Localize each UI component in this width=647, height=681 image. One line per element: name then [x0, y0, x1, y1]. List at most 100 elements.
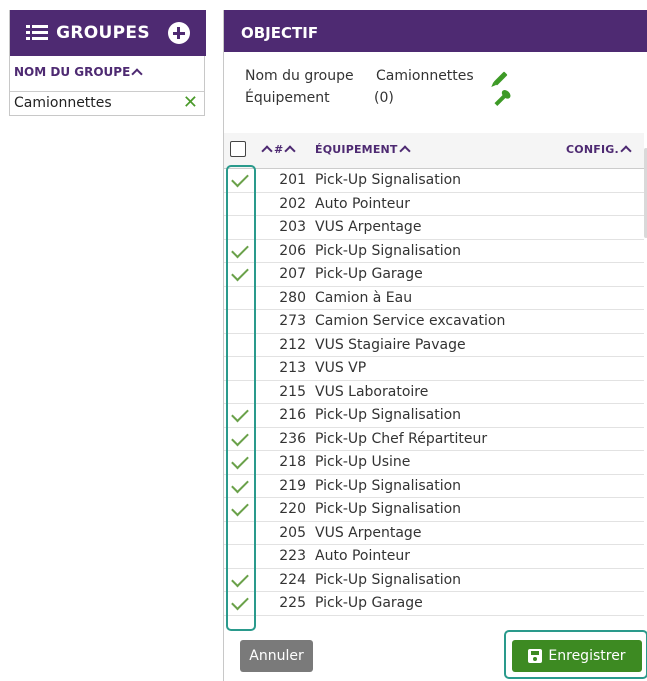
- groups-panel: GROUPES NOM DU GROUPE Camionnettes ✕: [9, 10, 206, 116]
- equipment-name: Camion Service excavation: [315, 313, 506, 329]
- equipment-number: 218: [279, 454, 306, 470]
- equipment-row[interactable]: 207 Pick-Up Garage: [224, 263, 644, 287]
- equipment-name: Pick-Up Signalisation: [315, 477, 462, 494]
- equipment-number: 225: [279, 595, 306, 611]
- row-checkbox[interactable]: [230, 547, 248, 565]
- group-name-value: Camionnettes: [376, 68, 474, 84]
- equipment-row[interactable]: 202 Auto Pointeur: [224, 193, 644, 216]
- sort-asc-icon: [261, 145, 273, 157]
- row-checkbox[interactable]: [230, 451, 249, 471]
- equipment-row[interactable]: 201 Pick-Up Signalisation: [224, 169, 644, 193]
- row-checkbox[interactable]: [230, 263, 249, 283]
- equipment-number: 201: [279, 172, 306, 188]
- equipment-name: Pick-Up Signalisation: [315, 407, 462, 423]
- equipment-number: 273: [279, 313, 306, 329]
- row-checkbox[interactable]: [230, 289, 248, 307]
- equipment-row[interactable]: 224 Pick-Up Signalisation: [224, 569, 644, 592]
- checkmark-icon: [231, 240, 249, 258]
- add-group-icon[interactable]: [167, 22, 190, 44]
- groups-panel-title: GROUPES: [56, 23, 150, 43]
- equipment-row[interactable]: 225 Pick-Up Garage: [224, 592, 644, 616]
- group-name-column-header[interactable]: NOM DU GROUPE: [10, 56, 204, 92]
- equipment-label: Équipement: [245, 90, 330, 106]
- equipment-number: 213: [279, 360, 306, 376]
- equipment-row[interactable]: 203 VUS Arpentage: [224, 216, 644, 240]
- checkmark-icon: [231, 475, 249, 493]
- equipment-row[interactable]: 206 Pick-Up Signalisation: [224, 240, 644, 263]
- equipment-name: Pick-Up Garage: [315, 266, 423, 282]
- equipment-name: VUS Arpentage: [315, 219, 422, 235]
- equipment-row[interactable]: 213 VUS VP: [224, 357, 644, 381]
- row-checkbox[interactable]: [230, 169, 249, 189]
- equipment-row[interactable]: 216 Pick-Up Signalisation: [224, 404, 644, 428]
- equipment-column-label: ÉQUIPEMENT: [315, 143, 398, 156]
- equipment-count: (0): [374, 90, 394, 106]
- row-checkbox[interactable]: [230, 498, 249, 518]
- pencil-icon[interactable]: [493, 71, 508, 86]
- checkmark-icon: [231, 428, 249, 446]
- checkmark-icon: [231, 451, 249, 470]
- sort-asc-icon: [131, 68, 143, 80]
- equipment-row[interactable]: 273 Camion Service excavation: [224, 310, 644, 334]
- checkmark-icon: [231, 263, 249, 282]
- row-checkbox[interactable]: [230, 569, 249, 589]
- row-checkbox[interactable]: [230, 524, 248, 542]
- equipment-row[interactable]: 205 VUS Arpentage: [224, 522, 644, 545]
- row-checkbox[interactable]: [230, 195, 248, 213]
- group-row[interactable]: Camionnettes ✕: [10, 92, 204, 114]
- row-checkbox[interactable]: [230, 404, 249, 424]
- equipment-name: Pick-Up Garage: [315, 595, 423, 611]
- wrench-icon[interactable]: [494, 93, 507, 107]
- equipment-row[interactable]: 215 VUS Laboratoire: [224, 381, 644, 404]
- equipment-number: 223: [279, 548, 306, 564]
- remove-group-icon[interactable]: ✕: [183, 92, 198, 113]
- equipment-table-body: 201 Pick-Up Signalisation 202 Auto Pointeur…: [224, 169, 644, 621]
- select-all-checkbox[interactable]: [230, 141, 246, 157]
- equipment-row[interactable]: 280 Camion à Eau: [224, 287, 644, 310]
- group-name: Camionnettes: [14, 95, 112, 111]
- checkmark-icon: [231, 498, 249, 517]
- equipment-number: 236: [279, 430, 306, 447]
- equipment-row[interactable]: 218 Pick-Up Usine: [224, 451, 644, 475]
- equipment-row[interactable]: 220 Pick-Up Signalisation: [224, 498, 644, 522]
- equipment-name: Auto Pointeur: [315, 548, 410, 564]
- row-checkbox[interactable]: [230, 592, 249, 612]
- equipment-info-row: Équipement (0): [245, 90, 525, 110]
- group-name-label: Nom du groupe: [245, 68, 354, 84]
- equipment-column-header[interactable]: ÉQUIPEMENT: [315, 143, 412, 157]
- cancel-button[interactable]: Annuler: [240, 640, 313, 672]
- equipment-number: 219: [279, 477, 306, 494]
- sort-asc-icon: [398, 145, 411, 157]
- group-name-info-row: Nom du groupe Camionnettes: [245, 68, 525, 88]
- equipment-number: 212: [279, 336, 306, 353]
- row-checkbox[interactable]: [230, 218, 248, 236]
- equipment-row[interactable]: 212 VUS Stagiaire Pavage: [224, 334, 644, 357]
- equipment-name: VUS Laboratoire: [315, 383, 429, 400]
- row-checkbox[interactable]: [230, 336, 248, 354]
- row-checkbox[interactable]: [230, 475, 249, 495]
- config-column-label: CONFIG.: [566, 143, 619, 156]
- row-checkbox[interactable]: [230, 240, 249, 260]
- row-checkbox[interactable]: [230, 359, 248, 377]
- checkmark-icon: [231, 404, 249, 423]
- equipment-name: VUS Arpentage: [315, 524, 422, 541]
- equipment-name: Pick-Up Chef Répartiteur: [315, 430, 488, 447]
- config-column-header[interactable]: CONFIG.: [566, 143, 633, 157]
- equipment-number: 205: [279, 524, 306, 541]
- objective-panel-title: OBJECTIF: [241, 24, 319, 42]
- list-icon: [26, 25, 49, 41]
- num-column-header[interactable]: #: [260, 143, 297, 157]
- equipment-number: 224: [279, 571, 306, 588]
- row-checkbox[interactable]: [230, 428, 249, 448]
- equipment-row[interactable]: 223 Auto Pointeur: [224, 545, 644, 569]
- num-column-label: #: [274, 143, 284, 156]
- equipment-name: Auto Pointeur: [315, 195, 410, 212]
- equipment-row[interactable]: 236 Pick-Up Chef Répartiteur: [224, 428, 644, 451]
- row-checkbox[interactable]: [230, 312, 248, 330]
- equipment-number: 203: [279, 219, 306, 235]
- save-button[interactable]: Enregistrer: [512, 640, 642, 672]
- equipment-table-header: # ÉQUIPEMENT CONFIG.: [224, 133, 644, 169]
- equipment-number: 215: [279, 383, 306, 400]
- equipment-row[interactable]: 219 Pick-Up Signalisation: [224, 475, 644, 498]
- row-checkbox[interactable]: [230, 383, 248, 401]
